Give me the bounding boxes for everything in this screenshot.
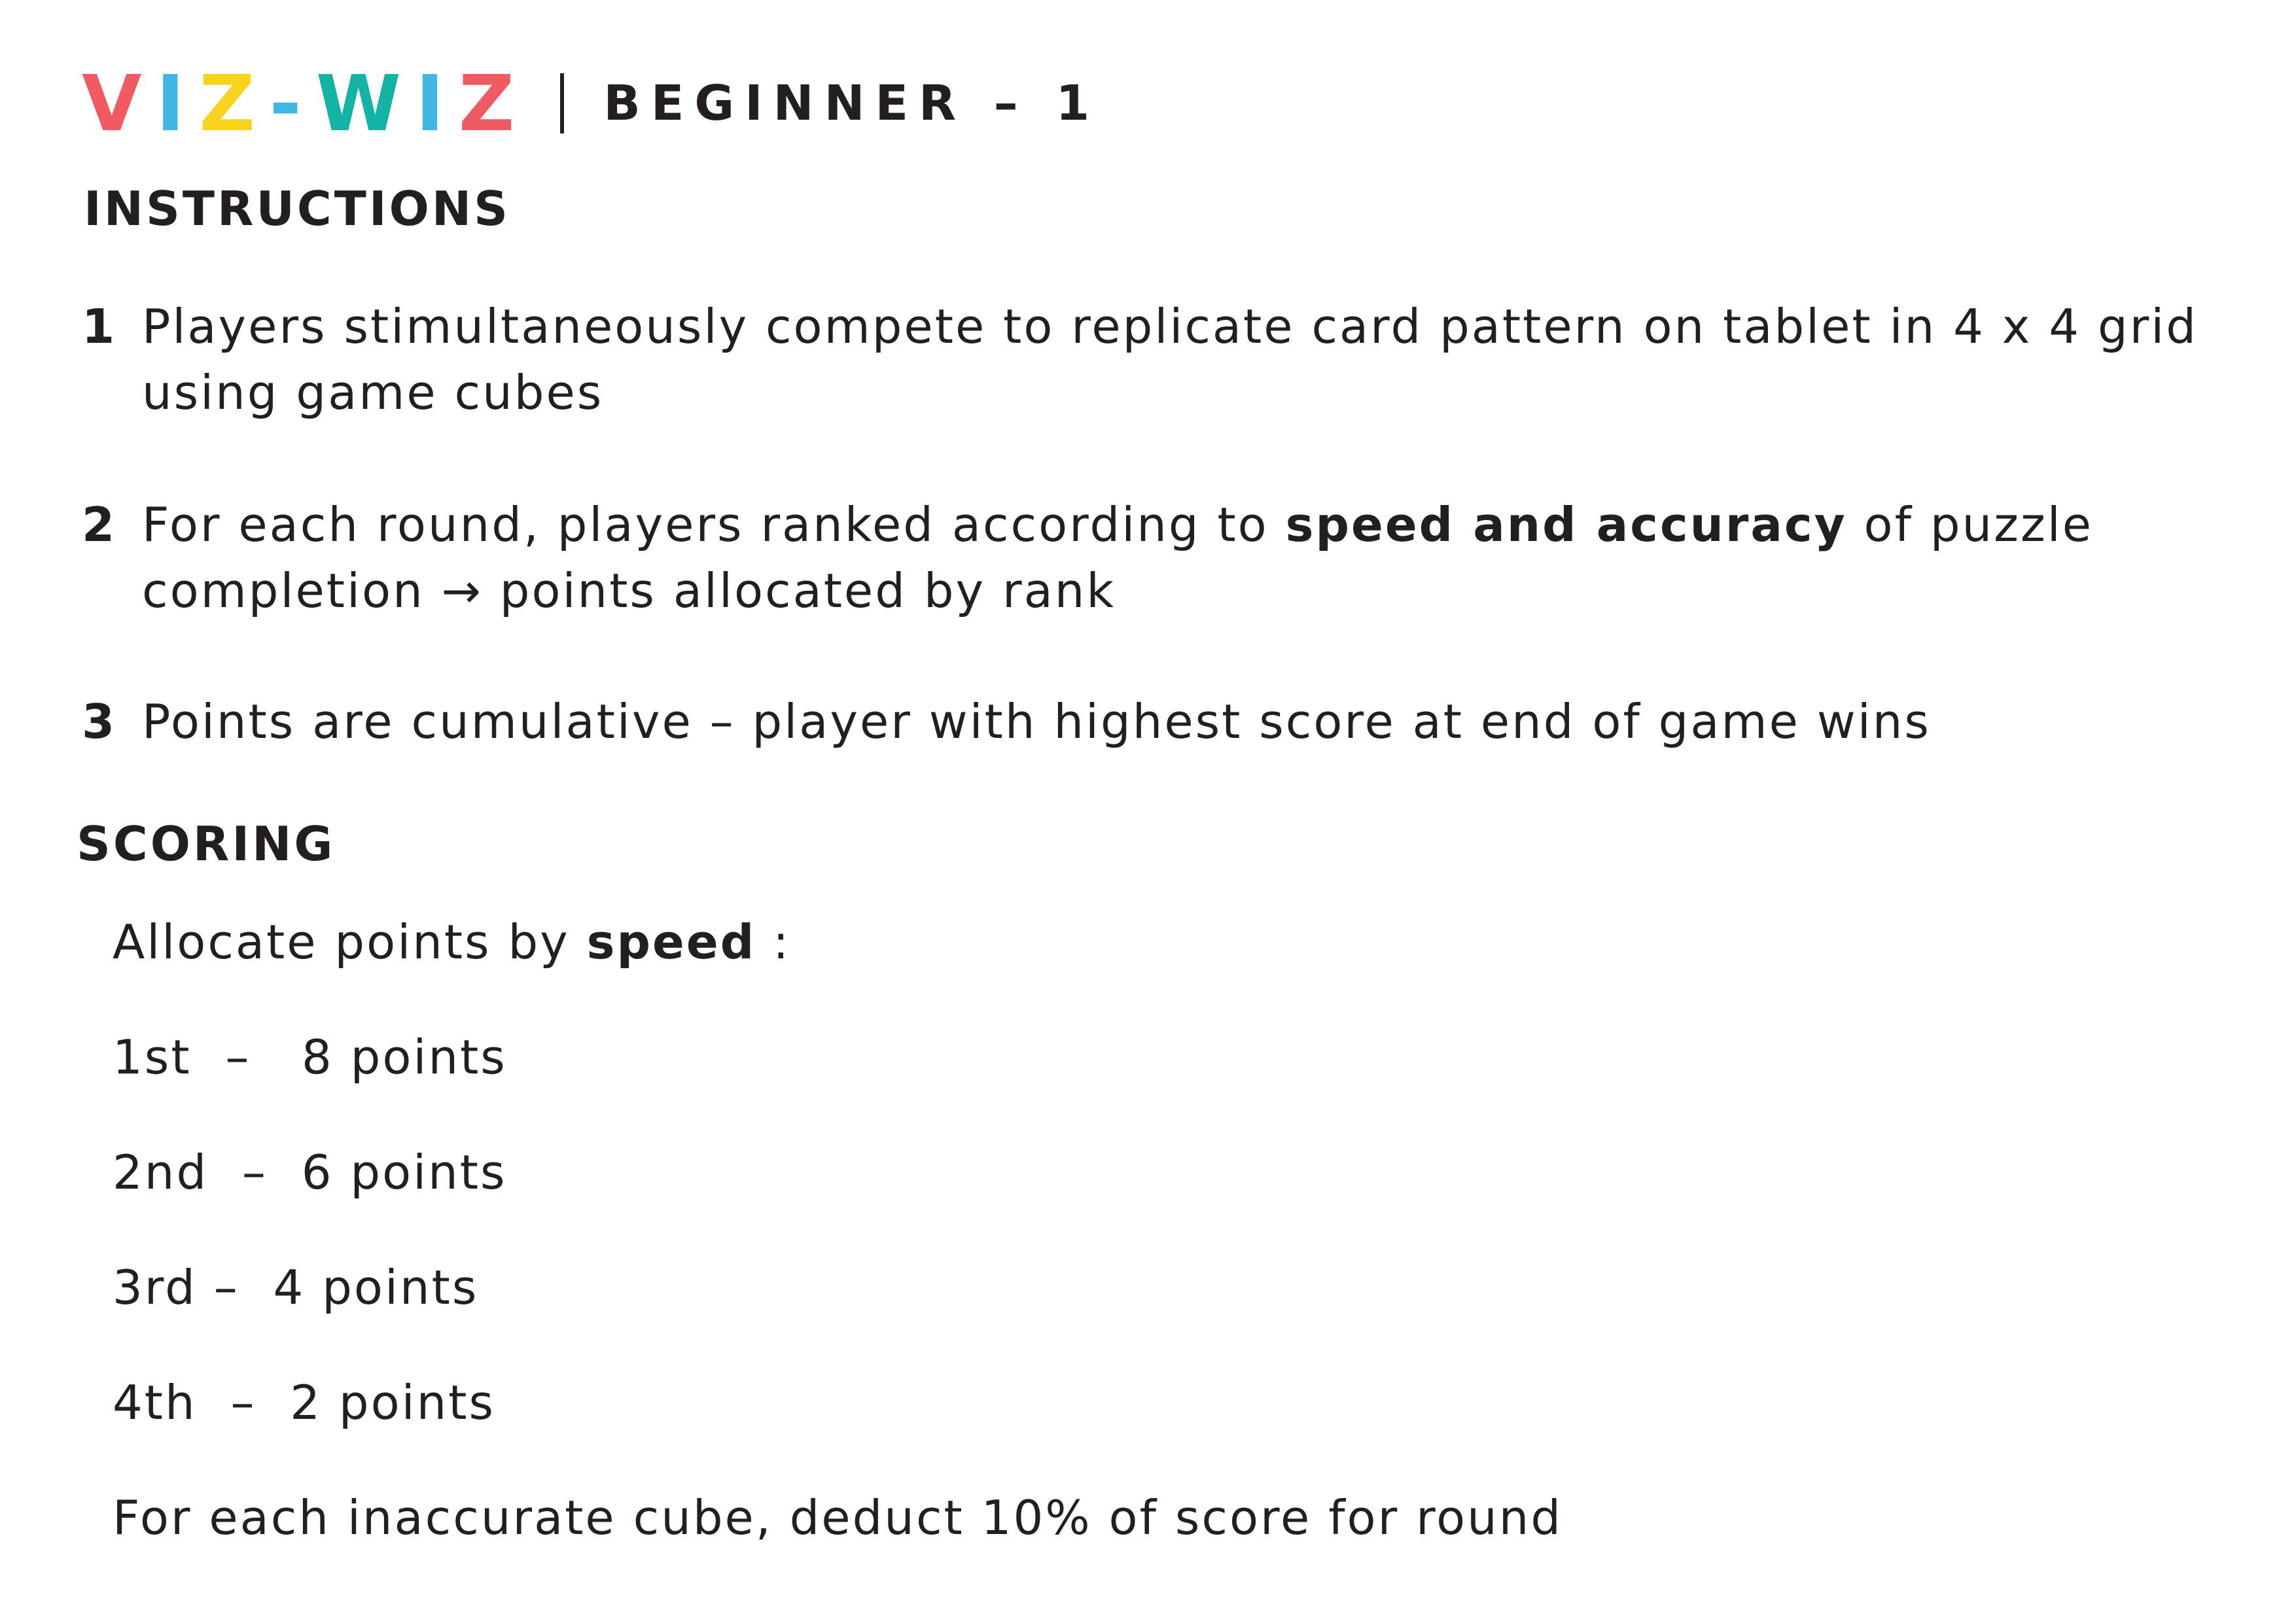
scoring-intro-text: :	[756, 915, 791, 969]
rank-points-3rd: 3rd – 4 points	[113, 1260, 479, 1315]
viz-wiz-logo: V I Z - W I Z	[82, 65, 529, 142]
scoring-emphasis: speed	[586, 915, 756, 969]
instruction-emphasis: speed and accuracy	[1285, 497, 1847, 552]
instruction-item: 2 For each round, players ranked accordi…	[82, 492, 2215, 624]
instruction-text: For each round, players ranked according…	[142, 492, 2215, 624]
rank-points-4th: 4th – 2 points	[113, 1375, 496, 1430]
logo-letter: -	[269, 58, 316, 148]
page-header: V I Z - W I Z BEGINNER – 1	[82, 64, 1100, 143]
logo-letter: W	[315, 58, 415, 148]
logo-letter: I	[415, 58, 459, 148]
penalty-rule: For each inaccurate cube, deduct 10% of …	[113, 1490, 1563, 1545]
instruction-text: Players stimultaneously compete to repli…	[142, 299, 2198, 420]
header-divider	[560, 73, 565, 133]
logo-letter: V	[82, 58, 156, 148]
logo-letter: Z	[458, 58, 529, 148]
level-title: BEGINNER – 1	[603, 75, 1101, 131]
instruction-number: 1	[82, 299, 115, 354]
instruction-text: Points are cumulative – player with high…	[142, 694, 1931, 749]
rank-points-1st: 1st – 8 points	[113, 1030, 507, 1085]
scoring-heading: SCORING	[77, 816, 336, 871]
instruction-text-part: For each round, players ranked according…	[142, 497, 1286, 552]
rank-points-2nd: 2nd – 6 points	[113, 1145, 507, 1200]
scoring-intro-text: Allocate points by	[113, 915, 587, 969]
instruction-number: 3	[82, 694, 115, 749]
instruction-number: 2	[82, 497, 115, 552]
logo-letter: Z	[199, 58, 270, 148]
scoring-intro: Allocate points by speed :	[113, 918, 790, 966]
instructions-heading: INSTRUCTIONS	[84, 181, 510, 236]
instruction-item: 1 Players stimultaneously compete to rep…	[82, 294, 2215, 426]
logo-letter: I	[156, 58, 200, 148]
instruction-item: 3 Points are cumulative – player with hi…	[82, 689, 2215, 755]
